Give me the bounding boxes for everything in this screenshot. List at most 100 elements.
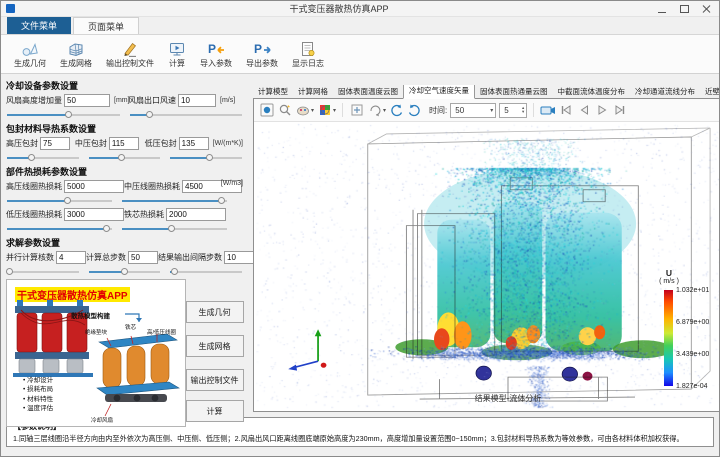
- tab-surface-temp[interactable]: 固体表面温度云图: [333, 85, 403, 99]
- show-log-button[interactable]: 显示日志: [285, 36, 331, 72]
- import-params-button[interactable]: P 导入参数: [193, 36, 239, 72]
- frame-value: 5: [504, 105, 509, 115]
- generate-geometry-action[interactable]: 生成几何: [185, 301, 244, 323]
- tab-page-menu[interactable]: 页面菜单: [73, 17, 140, 34]
- spinner-arrows-icon[interactable]: ▴ ▾: [522, 105, 524, 115]
- rotate-ccw-icon[interactable]: [389, 103, 404, 118]
- loss-unit: [W/m3]: [220, 180, 243, 187]
- conductivity-unit: [W/(m*K)]: [212, 140, 243, 147]
- minimize-button[interactable]: [658, 1, 666, 18]
- section-title-solver: 求解参数设置: [6, 238, 61, 248]
- axis-triad: [288, 329, 327, 371]
- skip-start-icon[interactable]: [558, 103, 573, 118]
- plot-area: ▾ ▾ ▾ 时间: 50 ▾ 5 ▴ ▾ U (m/s) 1.032e+01…: [253, 98, 719, 412]
- tab-calc-model[interactable]: 计算模型: [253, 85, 293, 99]
- plot-caption: 结果模型-流体分析: [474, 394, 542, 403]
- core-loss-slider[interactable]: [122, 224, 227, 233]
- app-window: 干式变压器散热仿真APP 文件菜单 页面菜单 生成几何 生成网格 输出控制文件 …: [0, 0, 720, 457]
- maximize-icon: [680, 4, 689, 13]
- mv-encap-slider[interactable]: [88, 153, 161, 162]
- lv-loss-slider[interactable]: [7, 224, 112, 233]
- step-back-icon[interactable]: [576, 103, 591, 118]
- slider-thumb[interactable]: [145, 111, 153, 118]
- slider-thumb[interactable]: [5, 268, 13, 275]
- rotate-cw-icon[interactable]: [407, 103, 422, 118]
- cores-slider[interactable]: [5, 267, 79, 276]
- mv-loss-slider[interactable]: [122, 196, 227, 205]
- steps-input[interactable]: [128, 251, 158, 264]
- mv-encap-input[interactable]: [108, 137, 139, 150]
- mv-loss-label: 中压线圈热损耗: [124, 182, 180, 191]
- slider-thumb[interactable]: [63, 197, 71, 204]
- compute-action[interactable]: 计算: [185, 400, 244, 422]
- output-control-file-action[interactable]: 输出控制文件: [185, 369, 244, 391]
- core-loss-input[interactable]: [166, 208, 226, 221]
- datatip-icon[interactable]: [277, 103, 292, 118]
- cores-input[interactable]: [56, 251, 86, 264]
- tab-calc-mesh[interactable]: 计算网格: [293, 85, 333, 99]
- time-select[interactable]: 50 ▾: [450, 102, 497, 118]
- hv-encap-input[interactable]: [40, 137, 70, 150]
- tab-channel-streamline[interactable]: 冷却通道流线分布: [630, 85, 700, 99]
- section-title-loss: 部件热损耗参数设置: [6, 167, 88, 177]
- hv-loss-input[interactable]: [64, 180, 124, 193]
- output-interval-slider[interactable]: [170, 267, 243, 276]
- fan-speed-label: 风扇出口风速: [128, 96, 176, 105]
- lv-encap-input[interactable]: [178, 137, 209, 150]
- title-bar: 干式变压器散热仿真APP: [1, 1, 719, 17]
- close-button[interactable]: [703, 1, 711, 18]
- fan-speed-input[interactable]: [178, 94, 216, 107]
- lv-loss-label: 低压线圈热损耗: [6, 210, 62, 219]
- rotate-mode-icon[interactable]: [367, 103, 382, 118]
- slider-thumb[interactable]: [102, 225, 110, 232]
- slider-thumb[interactable]: [168, 225, 176, 232]
- separator: [533, 103, 535, 117]
- tab-midplane-temp[interactable]: 中截面流体温度分布: [553, 85, 631, 99]
- output-control-file-button[interactable]: 输出控制文件: [99, 36, 161, 72]
- slider-thumb[interactable]: [120, 268, 128, 275]
- steps-slider[interactable]: [88, 267, 161, 276]
- parameter-panel: 冷却设备参数设置 风扇高度增加量 [mm] 风扇出口风速 [m/s] 包封材料导…: [1, 74, 254, 427]
- play-icon[interactable]: [594, 103, 609, 118]
- close-icon: [703, 5, 711, 13]
- lv-encap-slider[interactable]: [170, 153, 243, 162]
- background-style-icon[interactable]: [295, 103, 310, 118]
- section-title-conductivity: 包封材料导热系数设置: [6, 124, 97, 134]
- frame-spinner[interactable]: 5 ▴ ▾: [499, 102, 528, 118]
- compute-button[interactable]: 计算: [161, 36, 193, 72]
- lv-loss-input[interactable]: [64, 208, 124, 221]
- slider-thumb[interactable]: [205, 154, 213, 161]
- step-forward-icon[interactable]: [612, 103, 627, 118]
- slider-thumb[interactable]: [64, 111, 72, 118]
- import-params-icon: P: [206, 40, 226, 58]
- slider-thumb[interactable]: [171, 268, 179, 275]
- generate-mesh-action[interactable]: 生成网格: [185, 335, 244, 357]
- maximize-button[interactable]: [680, 1, 689, 18]
- export-params-button[interactable]: P 导出参数: [239, 36, 285, 72]
- slider-thumb[interactable]: [117, 154, 125, 161]
- hv-loss-slider[interactable]: [7, 196, 112, 205]
- slider-thumb[interactable]: [28, 154, 36, 161]
- generate-geometry-button[interactable]: 生成几何: [7, 36, 53, 72]
- tab-file-menu[interactable]: 文件菜单: [7, 17, 72, 34]
- main-area: 冷却设备参数设置 风扇高度增加量 [mm] 风扇出口风速 [m/s] 包封材料导…: [1, 74, 719, 427]
- cores-label: 并行计算核数: [6, 253, 54, 262]
- pad-label: 绝缘垫块: [85, 330, 108, 336]
- colorbar-unit: ( m/s ): [659, 278, 679, 286]
- fan-height-slider[interactable]: [7, 110, 120, 119]
- bullet-item: 冷却设计: [23, 376, 53, 385]
- tab-heat-flux[interactable]: 固体表面热通量云图: [475, 85, 553, 99]
- plot-content[interactable]: U ( m/s ) 1.032e+01 6.879e+00 3.439e+00 …: [254, 122, 719, 411]
- slider-thumb[interactable]: [217, 197, 225, 204]
- tab-nearwall-temp[interactable]: 近壁流体温度分布: [700, 85, 719, 99]
- tab-air-velocity[interactable]: 冷却空气速度矢量: [403, 85, 475, 99]
- generate-mesh-button[interactable]: 生成网格: [53, 36, 99, 72]
- snapshot-icon[interactable]: [259, 103, 274, 118]
- fit-view-icon[interactable]: [349, 103, 364, 118]
- hv-encap-slider[interactable]: [7, 153, 79, 162]
- fan-speed-slider[interactable]: [129, 110, 242, 119]
- mv-encap-label: 中压包封: [74, 139, 107, 148]
- export-video-icon[interactable]: [540, 103, 556, 118]
- colormap-icon[interactable]: [317, 103, 332, 118]
- fan-height-input[interactable]: [64, 94, 110, 107]
